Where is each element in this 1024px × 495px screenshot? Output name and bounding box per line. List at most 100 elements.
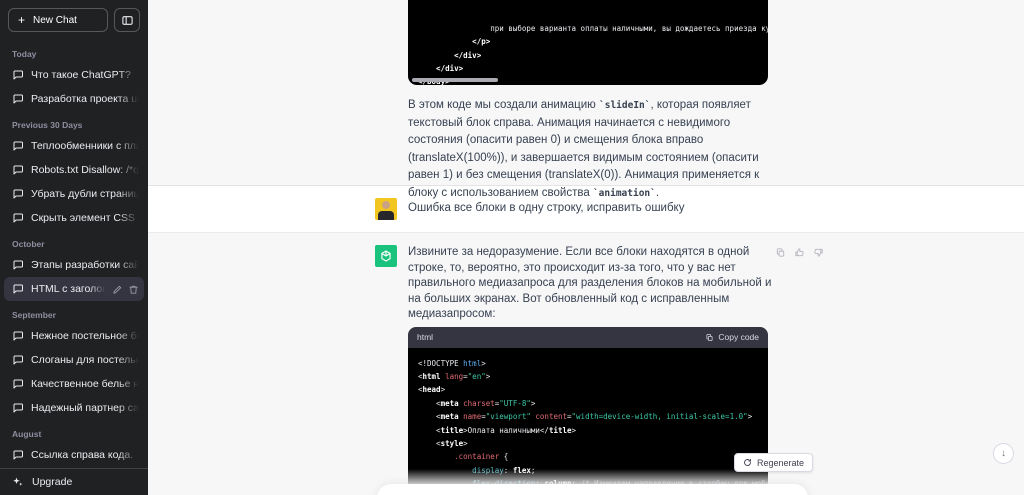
code-line: <title>Оплата наличными</title> — [418, 425, 577, 435]
sparkles-icon — [13, 477, 23, 486]
chat-bubble-icon — [13, 165, 23, 175]
new-chat-label: New Chat — [33, 14, 77, 26]
sidebar-item[interactable]: Разработка проекта uKit Alt — [4, 87, 144, 111]
sidebar-item[interactable]: Скрыть элемент CSS — [4, 206, 144, 230]
sidebar-section-label: October — [12, 239, 45, 249]
code-block-top: при выборе варианта оплаты наличными, вы… — [408, 0, 768, 85]
sidebar-item[interactable]: Качественное белье нежно — [4, 372, 144, 396]
upgrade-button[interactable]: Upgrade — [0, 468, 148, 495]
code-block-header: html Copy code — [408, 326, 768, 348]
inline-code: `animation` — [592, 187, 656, 199]
sidebar-item-title: Robots.txt Disallow: /*q= — [31, 164, 139, 176]
chat-bubble-icon — [13, 70, 23, 80]
code-block-bottom: html Copy code <!DOCTYPE html> <html lang… — [408, 326, 768, 495]
code-line: <meta name="viewport" content="width=dev… — [418, 412, 753, 422]
chat-bubble-icon — [13, 260, 23, 270]
thumbs-up-icon[interactable] — [794, 247, 805, 258]
code-language-label: html — [417, 332, 434, 342]
sidebar-toggle-icon — [121, 15, 133, 25]
code-line: <head> — [418, 385, 446, 395]
chat-input-bar[interactable] — [377, 484, 808, 495]
chat-area: при выборе варианта оплаты наличными, вы… — [148, 0, 1024, 495]
arrow-down-icon: ↓ — [1001, 448, 1006, 459]
chat-bubble-icon — [13, 189, 23, 199]
sidebar-top: + New Chat — [0, 0, 148, 40]
copy-code-button[interactable]: Copy code — [705, 332, 759, 342]
sidebar-item[interactable]: Нежное постельное белье — [4, 324, 144, 348]
sidebar-item[interactable]: Что такое ChatGPT? — [4, 63, 144, 87]
regenerate-label: Regenerate — [757, 457, 805, 468]
sidebar-item[interactable]: Теплообменники с пластина — [4, 134, 144, 158]
chat-bubble-icon — [13, 355, 23, 365]
plus-icon: + — [18, 13, 26, 27]
sidebar-item-title: Надежный партнер сайтов — [31, 402, 139, 414]
copy-message-icon[interactable] — [775, 247, 786, 258]
openai-logo-icon — [381, 250, 391, 262]
code-line: </div> — [418, 64, 464, 74]
user-message-text: Ошибка все блоки в одну строку, исправит… — [408, 202, 685, 214]
sidebar-item-title: Скрыть элемент CSS — [31, 212, 136, 224]
collapse-sidebar-button[interactable] — [114, 8, 140, 32]
inline-code: `slideIn` — [599, 100, 651, 111]
paragraph-text: . — [655, 186, 660, 199]
sidebar-item[interactable]: Этапы разработки сайта — [4, 253, 144, 277]
paragraph-text: В этом коде мы создали анимацию — [408, 99, 599, 111]
sidebar-item[interactable]: Robots.txt Disallow: /*q= — [4, 158, 144, 182]
copy-code-label: Copy code — [718, 332, 759, 342]
upgrade-label: Upgrade — [32, 476, 73, 488]
sidebar-item[interactable]: HTML с заголовком h — [4, 277, 144, 301]
sidebar-item-title: Ссылка справа кода. — [31, 449, 134, 461]
assistant-content: Извините за недоразумение. Если все блок… — [408, 245, 780, 495]
code-line: display: flex; — [418, 465, 536, 475]
sidebar-item-title: Нежное постельное белье — [31, 330, 139, 342]
code-line: .container { — [418, 452, 509, 462]
code-block-top-content: при выборе варианта оплаты наличными, вы… — [418, 22, 768, 85]
sidebar-item-title: Этапы разработки сайта — [31, 259, 139, 271]
code-line: при выборе варианта оплаты наличными, вы… — [418, 23, 768, 33]
edit-icon[interactable] — [112, 284, 123, 295]
sidebar-item-title: Слоганы для постельного бе — [31, 354, 139, 366]
code-horizontal-scrollbar[interactable] — [412, 78, 498, 82]
code-line: <meta charset="UTF-8"> — [418, 398, 536, 408]
new-chat-button[interactable]: + New Chat — [8, 8, 108, 32]
regenerate-icon — [744, 458, 751, 466]
sidebar-item[interactable]: Слоганы для постельного бе — [4, 348, 144, 372]
chat-bubble-icon — [13, 379, 23, 389]
thumbs-down-icon[interactable] — [813, 247, 824, 258]
sidebar-sections: Today Что такое ChatGPT? Разработка прое… — [0, 40, 148, 468]
chat-bubble-icon — [13, 94, 23, 104]
regenerate-button[interactable]: Regenerate — [734, 453, 814, 472]
chat-bubble-icon — [13, 141, 23, 151]
assistant-avatar — [375, 245, 397, 267]
message-actions — [775, 247, 824, 258]
sidebar-item[interactable]: Надежный партнер сайтов — [4, 396, 144, 420]
sidebar: + New Chat Today Что такое ChatGPT? Разр… — [0, 0, 148, 495]
code-line: <style> — [418, 438, 468, 448]
code-line: <!DOCTYPE html> — [418, 358, 486, 368]
delete-icon[interactable] — [128, 284, 139, 295]
scroll-to-bottom-button[interactable]: ↓ — [993, 443, 1014, 464]
code-line: </div> — [418, 50, 482, 60]
sidebar-item-title: Разработка проекта uKit Alt — [31, 93, 139, 105]
sidebar-section-label: Previous 30 Days — [12, 120, 83, 130]
sidebar-section-label: Today — [12, 49, 37, 59]
copy-icon — [706, 333, 713, 341]
sidebar-item[interactable]: Ссылка справа кода. — [4, 443, 144, 467]
sidebar-item-title: Что такое ChatGPT? — [31, 69, 131, 81]
chat-bubble-icon — [13, 213, 23, 223]
sidebar-item-title: Убрать дубли страниц пагин — [31, 188, 139, 200]
chat-bubble-icon — [13, 403, 23, 413]
sidebar-item-actions — [112, 284, 139, 295]
sidebar-item-title: HTML с заголовком h — [31, 283, 105, 295]
code-line: </p> — [418, 37, 491, 47]
user-avatar — [375, 198, 397, 220]
sidebar-item-title: Теплообменники с пластина — [31, 140, 139, 152]
assistant-message-row-1: при выборе варианта оплаты наличными, вы… — [148, 0, 1024, 199]
sidebar-item[interactable]: Убрать дубли страниц пагин — [4, 182, 144, 206]
chat-bubble-icon — [13, 331, 23, 341]
assistant-message-row-2: Извините за недоразумение. Если все блок… — [148, 233, 1024, 495]
chatgpt-app: + New Chat Today Что такое ChatGPT? Разр… — [0, 0, 1024, 495]
sidebar-section-label: September — [12, 310, 56, 320]
chat-bubble-icon — [13, 284, 23, 294]
paragraph-text: , которая появляет текстовый блок справа… — [408, 99, 760, 199]
